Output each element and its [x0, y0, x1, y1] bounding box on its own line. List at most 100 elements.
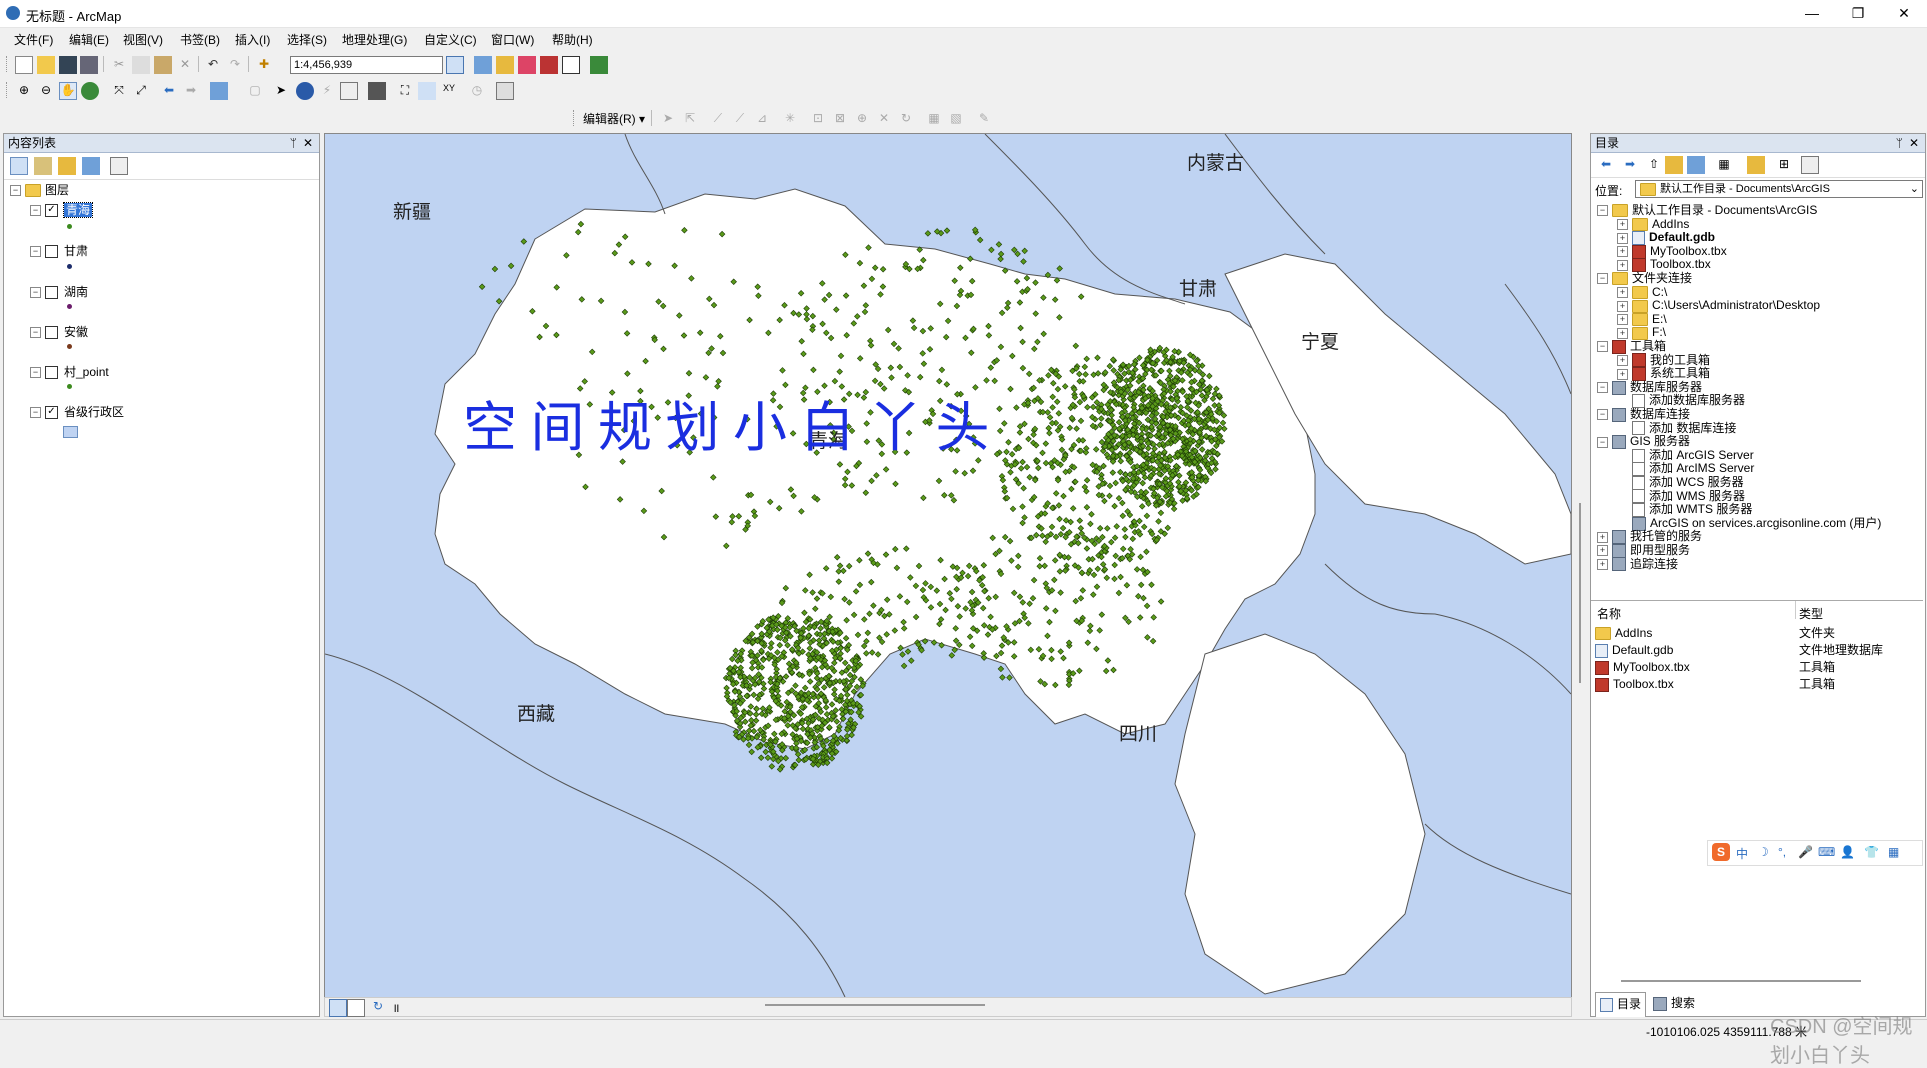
- list-by-drawing-order-icon[interactable]: [10, 157, 28, 175]
- collapse-icon[interactable]: −: [30, 327, 41, 339]
- menu-customize[interactable]: 自定义(C): [424, 31, 477, 48]
- menu-geoprocessing[interactable]: 地理处理(G): [342, 31, 407, 48]
- location-dropdown[interactable]: 默认工作目录 - Documents\ArcGIS ⌄: [1635, 180, 1923, 198]
- zoom-in-icon[interactable]: ⊕: [15, 82, 33, 100]
- expand-icon[interactable]: +: [1597, 558, 1608, 570]
- editor-menu-button[interactable]: 编辑器(R) ▾: [583, 110, 645, 127]
- list-by-visibility-icon[interactable]: [58, 157, 76, 175]
- collapse-icon[interactable]: −: [10, 185, 21, 197]
- layer-name[interactable]: 青海: [62, 202, 94, 218]
- layer-symbol-point[interactable]: [67, 264, 72, 269]
- vertical-scrollbar[interactable]: [1574, 133, 1586, 996]
- layers-root[interactable]: − 图层: [10, 182, 69, 198]
- attributes-icon[interactable]: ▦: [925, 110, 943, 128]
- map-canvas[interactable]: 新疆 内蒙古 甘肃 宁夏 青海 西藏 四川 空 间 规 划 小 白 丫 头: [325, 134, 1571, 997]
- go-to-xy-icon[interactable]: XY: [440, 82, 458, 100]
- copy-icon[interactable]: [132, 56, 150, 74]
- catalog-list-row[interactable]: Toolbox.tbx 工具箱: [1595, 676, 1915, 692]
- paste-icon[interactable]: [154, 56, 172, 74]
- back-arrow-icon[interactable]: ⬅: [1597, 156, 1615, 174]
- layer-visibility-checkbox[interactable]: ✓: [45, 204, 58, 218]
- data-view-icon[interactable]: [329, 999, 347, 1017]
- catalog-close-icon[interactable]: ✕: [1909, 134, 1919, 152]
- measure-icon[interactable]: [368, 82, 386, 100]
- print-icon[interactable]: [80, 56, 98, 74]
- menu-windows[interactable]: 窗口(W): [491, 31, 534, 48]
- ime-keyboard-icon[interactable]: ⌨: [1818, 845, 1835, 859]
- ime-punctuation-icon[interactable]: °,: [1778, 845, 1786, 859]
- ime-toolbar[interactable]: S 中 ☽ °, 🎤 ⌨ 👤 👕 ▦: [1707, 840, 1923, 866]
- trace-icon[interactable]: ⊿: [753, 110, 771, 128]
- layer-name[interactable]: 村_point: [64, 365, 109, 379]
- collapse-icon[interactable]: −: [30, 246, 41, 258]
- list-by-source-icon[interactable]: [34, 157, 52, 175]
- home-folder-icon[interactable]: [1665, 156, 1683, 174]
- modelbuilder-icon[interactable]: [590, 56, 608, 74]
- connect-folder-icon[interactable]: [1687, 156, 1705, 174]
- toolbar-grip[interactable]: [6, 56, 10, 72]
- menu-bookmarks[interactable]: 书签(B): [180, 31, 220, 48]
- catalog-tree-scrollbar[interactable]: [1913, 202, 1921, 582]
- collapse-icon[interactable]: −: [1597, 409, 1608, 421]
- tab-catalog[interactable]: 目录: [1595, 992, 1647, 1017]
- pan-hand-icon[interactable]: ✋: [59, 82, 77, 100]
- view-options-icon[interactable]: ▦: [1715, 156, 1733, 174]
- fixed-zoom-in-icon[interactable]: ⤧: [110, 82, 128, 100]
- tab-search[interactable]: 搜索: [1649, 992, 1699, 1016]
- layer-row-qinghai[interactable]: − ✓ 青海: [30, 202, 94, 218]
- toc-close-icon[interactable]: ✕: [303, 134, 313, 152]
- chevron-down-icon[interactable]: ⌄: [1910, 181, 1919, 197]
- endpoint-arc-icon[interactable]: ⟋: [731, 110, 749, 128]
- collapse-icon[interactable]: −: [1597, 273, 1608, 285]
- ime-chinese-mode[interactable]: 中: [1736, 845, 1748, 862]
- forward-arrow-icon[interactable]: ➡: [1621, 156, 1639, 174]
- create-features-icon[interactable]: ✎: [975, 110, 993, 128]
- edit-vertices-icon[interactable]: ⊡: [809, 110, 827, 128]
- layer-symbol-point[interactable]: [67, 224, 72, 229]
- point-icon[interactable]: ✳: [781, 110, 799, 128]
- cut-polygons-icon[interactable]: ⊕: [853, 110, 871, 128]
- edit-tool-icon[interactable]: ➤: [659, 110, 677, 128]
- cut-icon[interactable]: ✂: [110, 56, 128, 74]
- ime-microphone-icon[interactable]: 🎤: [1798, 845, 1813, 859]
- toggle-contents-icon[interactable]: ⊞: [1775, 156, 1793, 174]
- close-button[interactable]: ✕: [1881, 0, 1927, 27]
- straight-segment-icon[interactable]: ⟋: [709, 110, 727, 128]
- layer-visibility-checkbox[interactable]: [45, 366, 58, 380]
- layer-symbol-point[interactable]: [67, 344, 72, 349]
- pin-icon[interactable]: ᛘ: [1896, 134, 1903, 152]
- layer-name[interactable]: 省级行政区: [64, 405, 124, 419]
- catalog-h-scrollbar[interactable]: [1621, 980, 1861, 982]
- select-elements-arrow-icon[interactable]: ➤: [272, 82, 290, 100]
- sogou-logo-icon[interactable]: S: [1712, 843, 1730, 861]
- menu-edit[interactable]: 编辑(E): [69, 31, 109, 48]
- column-header-name[interactable]: 名称: [1597, 605, 1621, 622]
- collapse-icon[interactable]: −: [30, 287, 41, 299]
- table-of-contents-icon[interactable]: [474, 56, 492, 74]
- collapse-icon[interactable]: −: [1597, 436, 1608, 448]
- find-binoculars-icon[interactable]: ⛶: [396, 82, 414, 100]
- layer-row-anhui[interactable]: − 安徽: [30, 324, 88, 340]
- layer-visibility-checkbox[interactable]: [45, 245, 58, 259]
- layer-visibility-checkbox[interactable]: [45, 326, 58, 340]
- create-viewer-window-icon[interactable]: [496, 82, 514, 100]
- catalog-tree-item[interactable]: + 追踪连接: [1597, 556, 1678, 572]
- list-by-selection-icon[interactable]: [82, 157, 100, 175]
- collapse-icon[interactable]: −: [30, 367, 41, 379]
- catalog-list-row[interactable]: Default.gdb 文件地理数据库: [1595, 642, 1915, 658]
- layer-visibility-checkbox[interactable]: ✓: [45, 406, 58, 420]
- ime-menu-icon[interactable]: ▦: [1888, 845, 1899, 859]
- redo-icon[interactable]: ↷: [226, 56, 244, 74]
- collapse-icon[interactable]: −: [1597, 341, 1608, 353]
- clear-selection-icon[interactable]: ▢: [246, 82, 264, 100]
- arctoolbox-icon[interactable]: [540, 56, 558, 74]
- catalog-list-row[interactable]: MyToolbox.tbx 工具箱: [1595, 659, 1915, 675]
- ime-moon-icon[interactable]: ☽: [1758, 845, 1769, 859]
- editor-toolbar-icon[interactable]: [446, 56, 464, 74]
- fixed-zoom-out-icon[interactable]: ⤢: [132, 82, 150, 100]
- search-window-icon[interactable]: [518, 56, 536, 74]
- identify-icon[interactable]: [296, 82, 314, 100]
- split-icon[interactable]: ✕: [875, 110, 893, 128]
- catalog-options-icon[interactable]: [1801, 156, 1819, 174]
- html-popup-icon[interactable]: [340, 82, 358, 100]
